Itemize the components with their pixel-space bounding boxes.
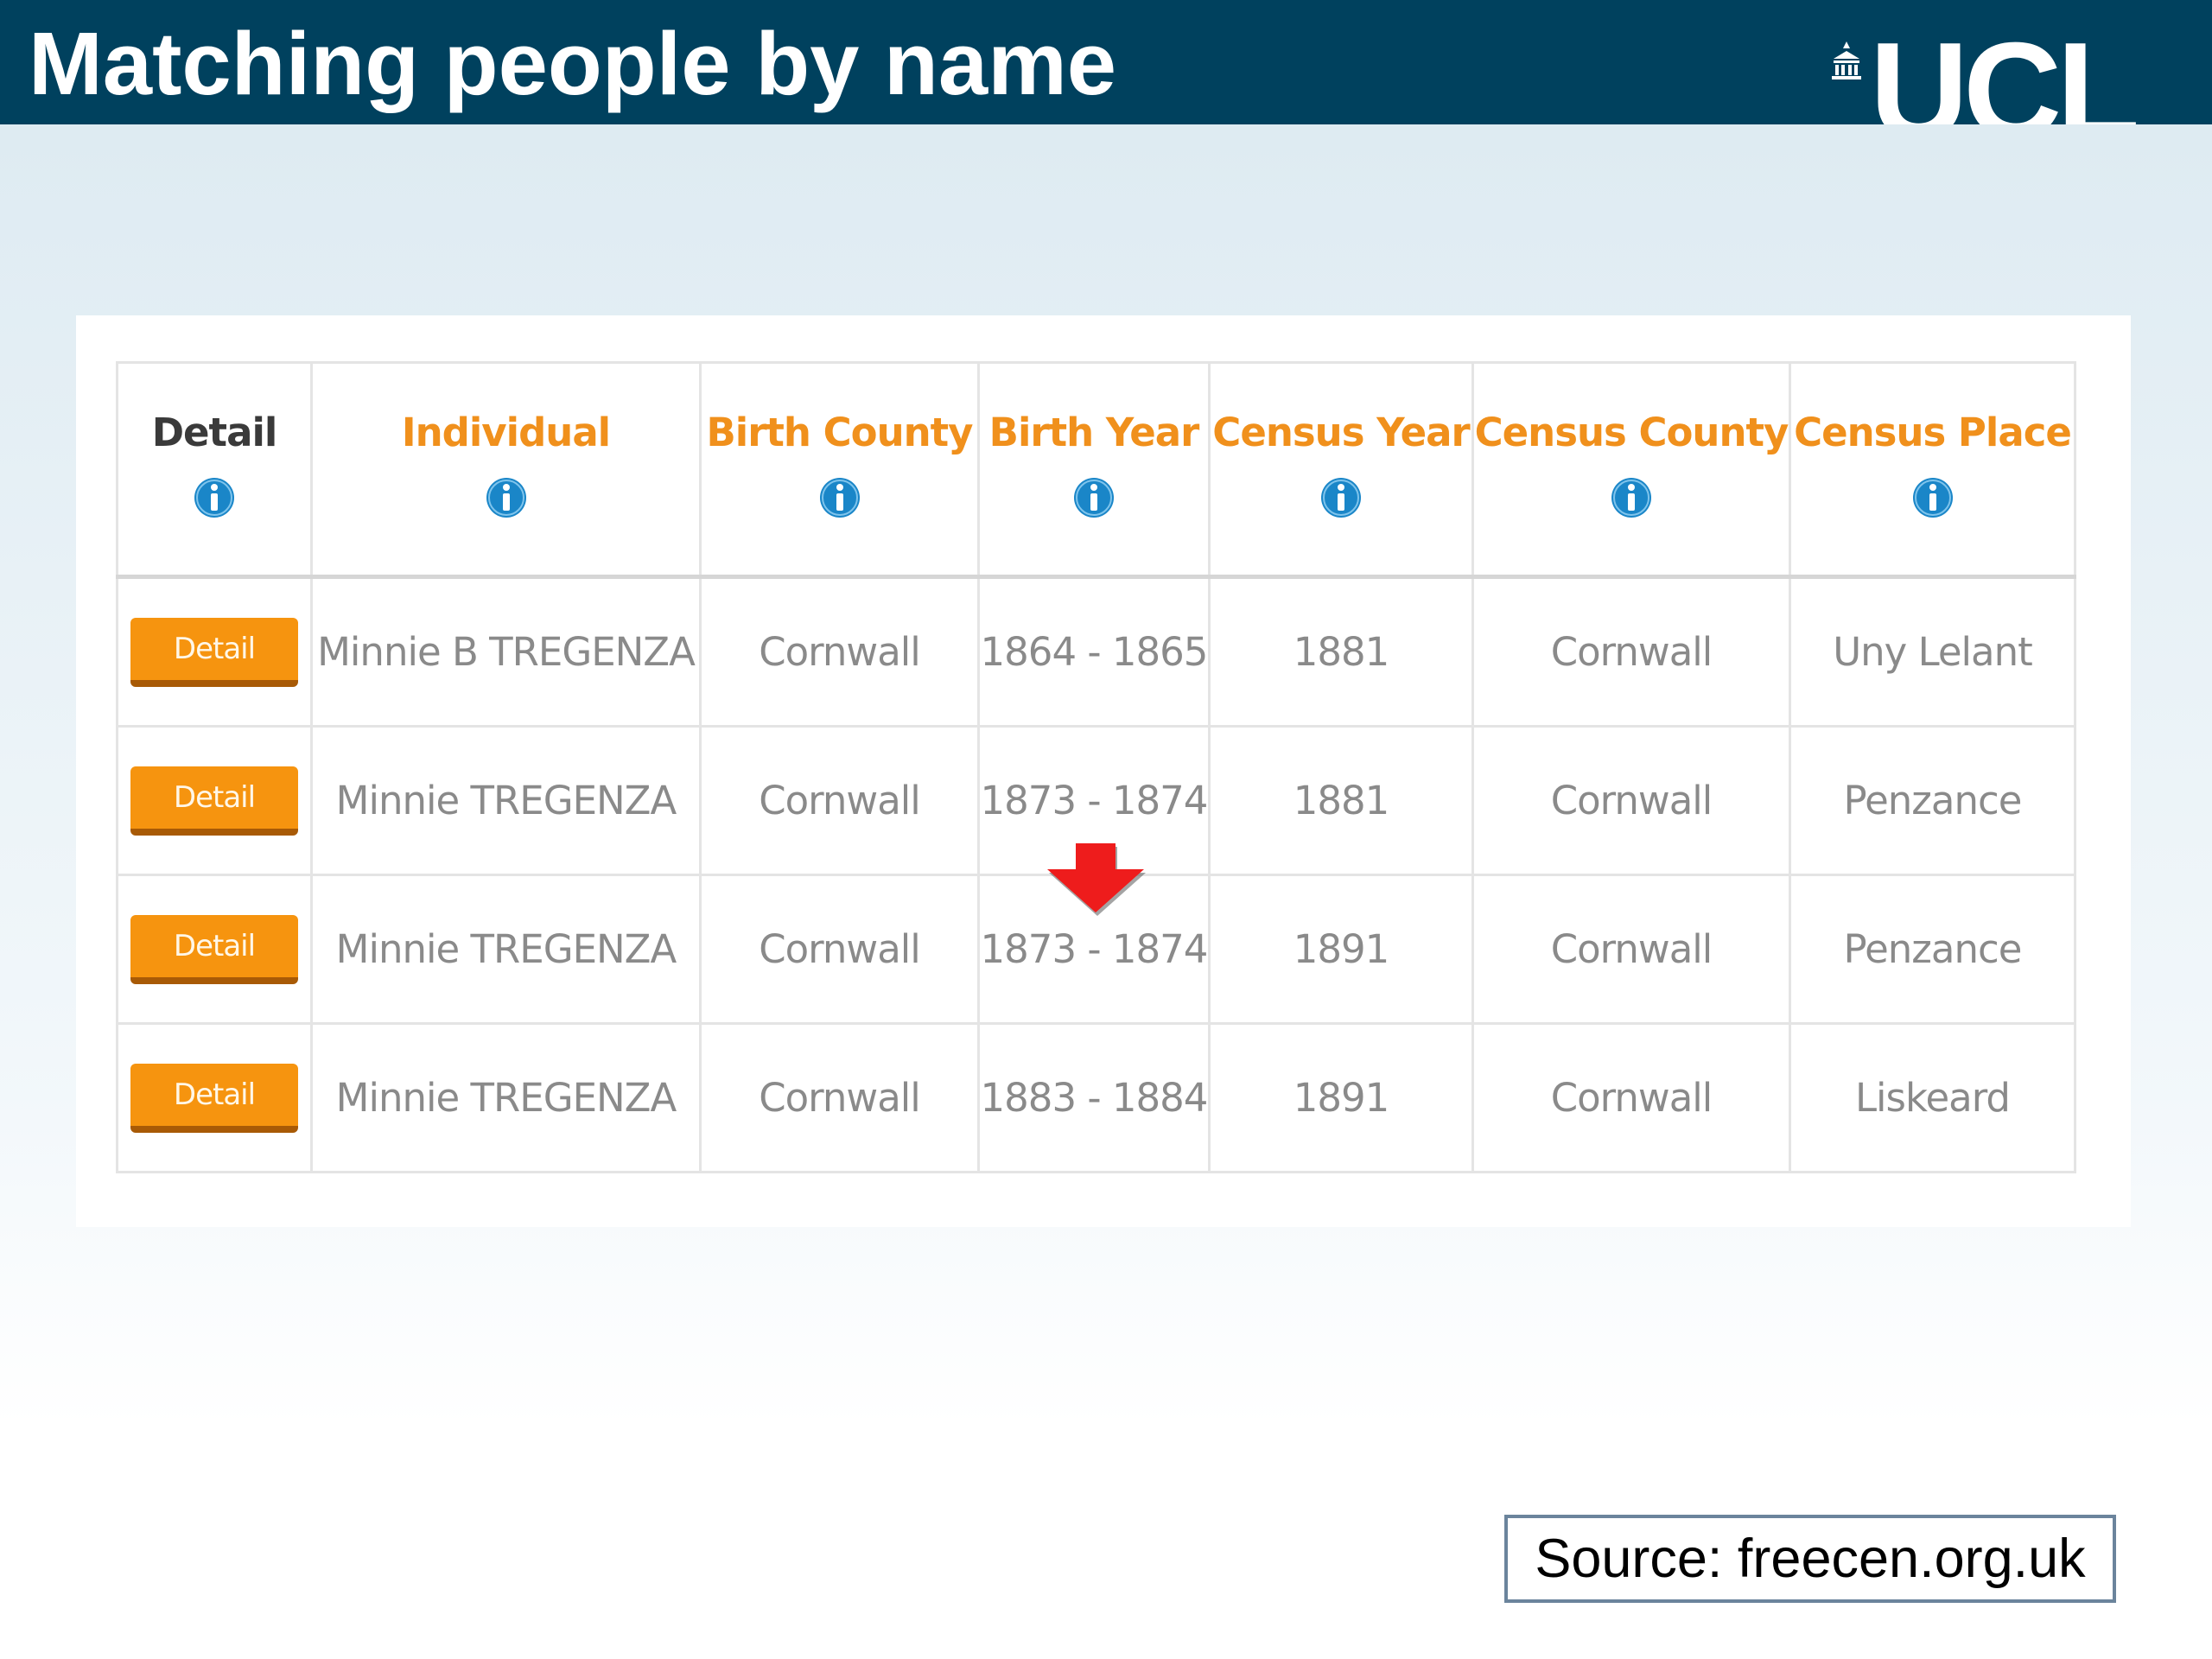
column-header-label: Birth County	[706, 410, 974, 455]
census-year-cell: 1881	[1208, 725, 1474, 876]
birth-year-cell: 1864 - 1865	[977, 575, 1211, 728]
ucl-portico-icon	[1832, 41, 1861, 79]
census-place-cell: Penzance	[1789, 874, 2076, 1025]
census-year-cell: 1891	[1208, 874, 1474, 1025]
detail-button[interactable]: Detail	[130, 1063, 298, 1133]
column-header-label: Census Place	[1794, 410, 2072, 455]
census-county-cell: Cornwall	[1471, 1022, 1791, 1173]
individual-cell: Minnie TREGENZA	[310, 725, 702, 876]
info-icon[interactable]	[1911, 476, 1955, 519]
birth-county-cell: Cornwall	[699, 1022, 980, 1173]
detail-button[interactable]: Detail	[130, 914, 298, 984]
info-icon[interactable]	[1319, 476, 1363, 519]
column-header-individual[interactable]: Individual	[310, 361, 702, 579]
table-row: Detail Minnie B TREGENZA Cornwall 1864 -…	[116, 575, 2076, 728]
birth-county-cell: Cornwall	[699, 874, 980, 1025]
ucl-logo: UCL	[1825, 29, 2150, 124]
detail-button[interactable]: Detail	[130, 617, 298, 687]
census-year-cell: 1891	[1208, 1022, 1474, 1173]
info-icon[interactable]	[485, 476, 528, 519]
info-icon[interactable]	[193, 476, 236, 519]
census-place-cell: Liskeard	[1789, 1022, 2076, 1173]
slide-title: Matching people by name	[29, 14, 1117, 113]
individual-cell: Minnie TREGENZA	[310, 1022, 702, 1173]
census-place-cell: Penzance	[1789, 725, 2076, 876]
info-icon[interactable]	[1610, 476, 1653, 519]
table-header-row: Detail Individual Birth County Birth Yea…	[116, 361, 2076, 579]
census-county-cell: Cornwall	[1471, 725, 1791, 876]
census-place-cell: Uny Lelant	[1789, 575, 2076, 728]
detail-cell: Detail	[116, 1022, 313, 1173]
detail-cell: Detail	[116, 874, 313, 1025]
column-header-census-county[interactable]: Census County	[1471, 361, 1791, 579]
source-citation: Source: freecen.org.uk	[1504, 1515, 2116, 1603]
census-year-cell: 1881	[1208, 575, 1474, 728]
individual-cell: Minnie TREGENZA	[310, 874, 702, 1025]
column-header-label: Individual	[401, 410, 611, 455]
birth-county-cell: Cornwall	[699, 725, 980, 876]
census-results-table: Detail Individual Birth County Birth Yea…	[116, 361, 2076, 1173]
detail-cell: Detail	[116, 575, 313, 728]
column-header-label: Census Year	[1212, 410, 1470, 455]
census-county-cell: Cornwall	[1471, 575, 1791, 728]
column-header-birth-county[interactable]: Birth County	[699, 361, 980, 579]
census-county-cell: Cornwall	[1471, 874, 1791, 1025]
column-header-label: Census County	[1474, 410, 1789, 455]
slide-header: Matching people by name UCL	[0, 0, 2212, 124]
column-header-detail[interactable]: Detail	[116, 361, 313, 579]
birth-year-cell: 1883 - 1884	[977, 1022, 1211, 1173]
ucl-logo-text: UCL	[1870, 29, 2140, 124]
column-header-label: Detail	[151, 410, 278, 455]
column-header-census-place[interactable]: Census Place	[1789, 361, 2076, 579]
birth-county-cell: Cornwall	[699, 575, 980, 728]
info-icon[interactable]	[1072, 476, 1116, 519]
column-header-label: Birth Year	[988, 410, 1200, 455]
detail-cell: Detail	[116, 725, 313, 876]
table-row: Detail Minnie TREGENZA Cornwall 1883 - 1…	[116, 1022, 2076, 1173]
detail-button[interactable]: Detail	[130, 766, 298, 836]
down-arrow-icon	[1047, 843, 1146, 916]
individual-cell: Minnie B TREGENZA	[310, 575, 702, 728]
column-header-census-year[interactable]: Census Year	[1208, 361, 1474, 579]
column-header-birth-year[interactable]: Birth Year	[977, 361, 1211, 579]
info-icon[interactable]	[818, 476, 861, 519]
